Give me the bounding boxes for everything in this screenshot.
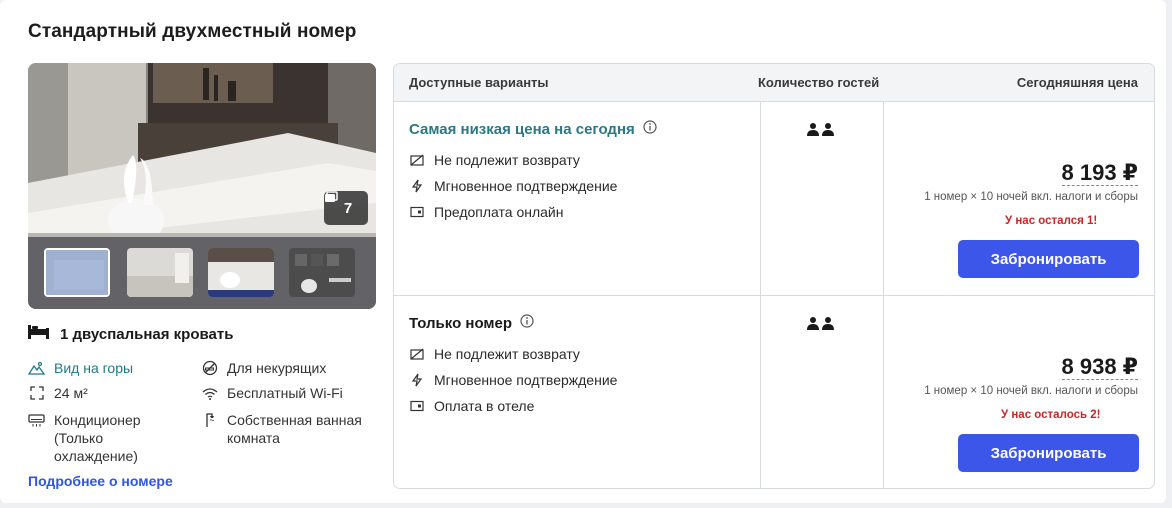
room-title: Стандартный двухместный номер bbox=[28, 21, 357, 42]
info-icon[interactable] bbox=[520, 314, 534, 332]
book-button[interactable]: Забронировать bbox=[958, 240, 1139, 278]
feature-non-smoking: Для некурящих bbox=[201, 359, 326, 377]
info-icon[interactable] bbox=[643, 120, 657, 138]
thumbnail-1[interactable] bbox=[44, 248, 110, 297]
mountain-view-icon bbox=[28, 359, 45, 377]
header-options: Доступные варианты bbox=[409, 75, 549, 90]
thumbnail-4[interactable] bbox=[289, 248, 355, 297]
non-refundable-icon bbox=[409, 347, 424, 362]
room-photo-gallery[interactable]: 7 bbox=[28, 63, 376, 309]
room-details-link[interactable]: Подробнее о номере bbox=[28, 473, 173, 489]
price-note: 1 номер × 10 ночей вкл. налоги и сборы bbox=[924, 385, 1138, 397]
condition-payment: Предоплата онлайн bbox=[409, 204, 563, 220]
thumbnail-2[interactable] bbox=[127, 248, 193, 297]
feature-private-bathroom: Собственная ванная комната bbox=[201, 411, 362, 447]
photo-thumbnails bbox=[28, 237, 376, 309]
table-header: Доступные варианты Количество гостей Сег… bbox=[394, 64, 1154, 102]
header-guests: Количество гостей bbox=[758, 75, 880, 90]
feature-mountain-view: Вид на горы bbox=[28, 359, 133, 377]
feature-air-conditioner: Кондиционер (Только охлаждение) bbox=[28, 411, 141, 465]
wallet-icon bbox=[409, 399, 424, 414]
bed-type: 1 двуспальная кровать bbox=[28, 325, 233, 343]
person-icon bbox=[807, 122, 819, 141]
no-smoking-icon bbox=[201, 359, 218, 377]
photo-count-badge[interactable]: 7 bbox=[324, 191, 368, 225]
offers-table: Доступные варианты Количество гостей Сег… bbox=[393, 63, 1155, 489]
person-icon bbox=[822, 316, 834, 335]
photo-count: 7 bbox=[343, 199, 353, 217]
person-icon bbox=[822, 122, 834, 141]
condition-non-refundable: Не подлежит возврату bbox=[409, 152, 580, 168]
bed-label: 1 двуспальная кровать bbox=[60, 325, 234, 343]
condition-instant-confirmation: Мгновенное подтверждение bbox=[409, 372, 617, 388]
availability-warning: У нас остался 1! bbox=[1005, 215, 1098, 227]
offer-price: 8 938 ₽ bbox=[1061, 354, 1138, 380]
thumbnail-3[interactable] bbox=[208, 248, 274, 297]
double-bed-icon bbox=[28, 325, 49, 343]
availability-warning: У нас осталось 2! bbox=[1001, 409, 1101, 421]
room-size-icon bbox=[28, 384, 45, 402]
room-card: Стандартный двухместный номер 7 1 двуспа… bbox=[0, 0, 1166, 503]
guest-count bbox=[807, 122, 834, 141]
header-price: Сегодняшняя цена bbox=[1016, 75, 1138, 90]
condition-non-refundable: Не подлежит возврату bbox=[409, 346, 580, 362]
feature-wifi: Бесплатный Wi-Fi bbox=[201, 384, 343, 402]
air-conditioner-icon bbox=[28, 411, 45, 429]
price-note: 1 номер × 10 ночей вкл. налоги и сборы bbox=[924, 191, 1138, 203]
feature-room-size: 24 м² bbox=[28, 384, 88, 402]
row-divider bbox=[394, 295, 1154, 296]
offer-price: 8 193 ₽ bbox=[1061, 160, 1138, 186]
guest-count bbox=[807, 316, 834, 335]
book-button[interactable]: Забронировать bbox=[958, 434, 1139, 472]
wifi-icon bbox=[201, 384, 218, 402]
person-icon bbox=[807, 316, 819, 335]
condition-payment: Оплата в отеле bbox=[409, 398, 534, 414]
wallet-icon bbox=[409, 205, 424, 220]
offer-title: Самая низкая цена на сегодня bbox=[409, 120, 657, 138]
lightning-icon bbox=[409, 179, 424, 194]
shower-icon bbox=[201, 411, 218, 429]
condition-instant-confirmation: Мгновенное подтверждение bbox=[409, 178, 617, 194]
non-refundable-icon bbox=[409, 153, 424, 168]
lightning-icon bbox=[409, 373, 424, 388]
offer-title: Только номер bbox=[409, 314, 534, 332]
